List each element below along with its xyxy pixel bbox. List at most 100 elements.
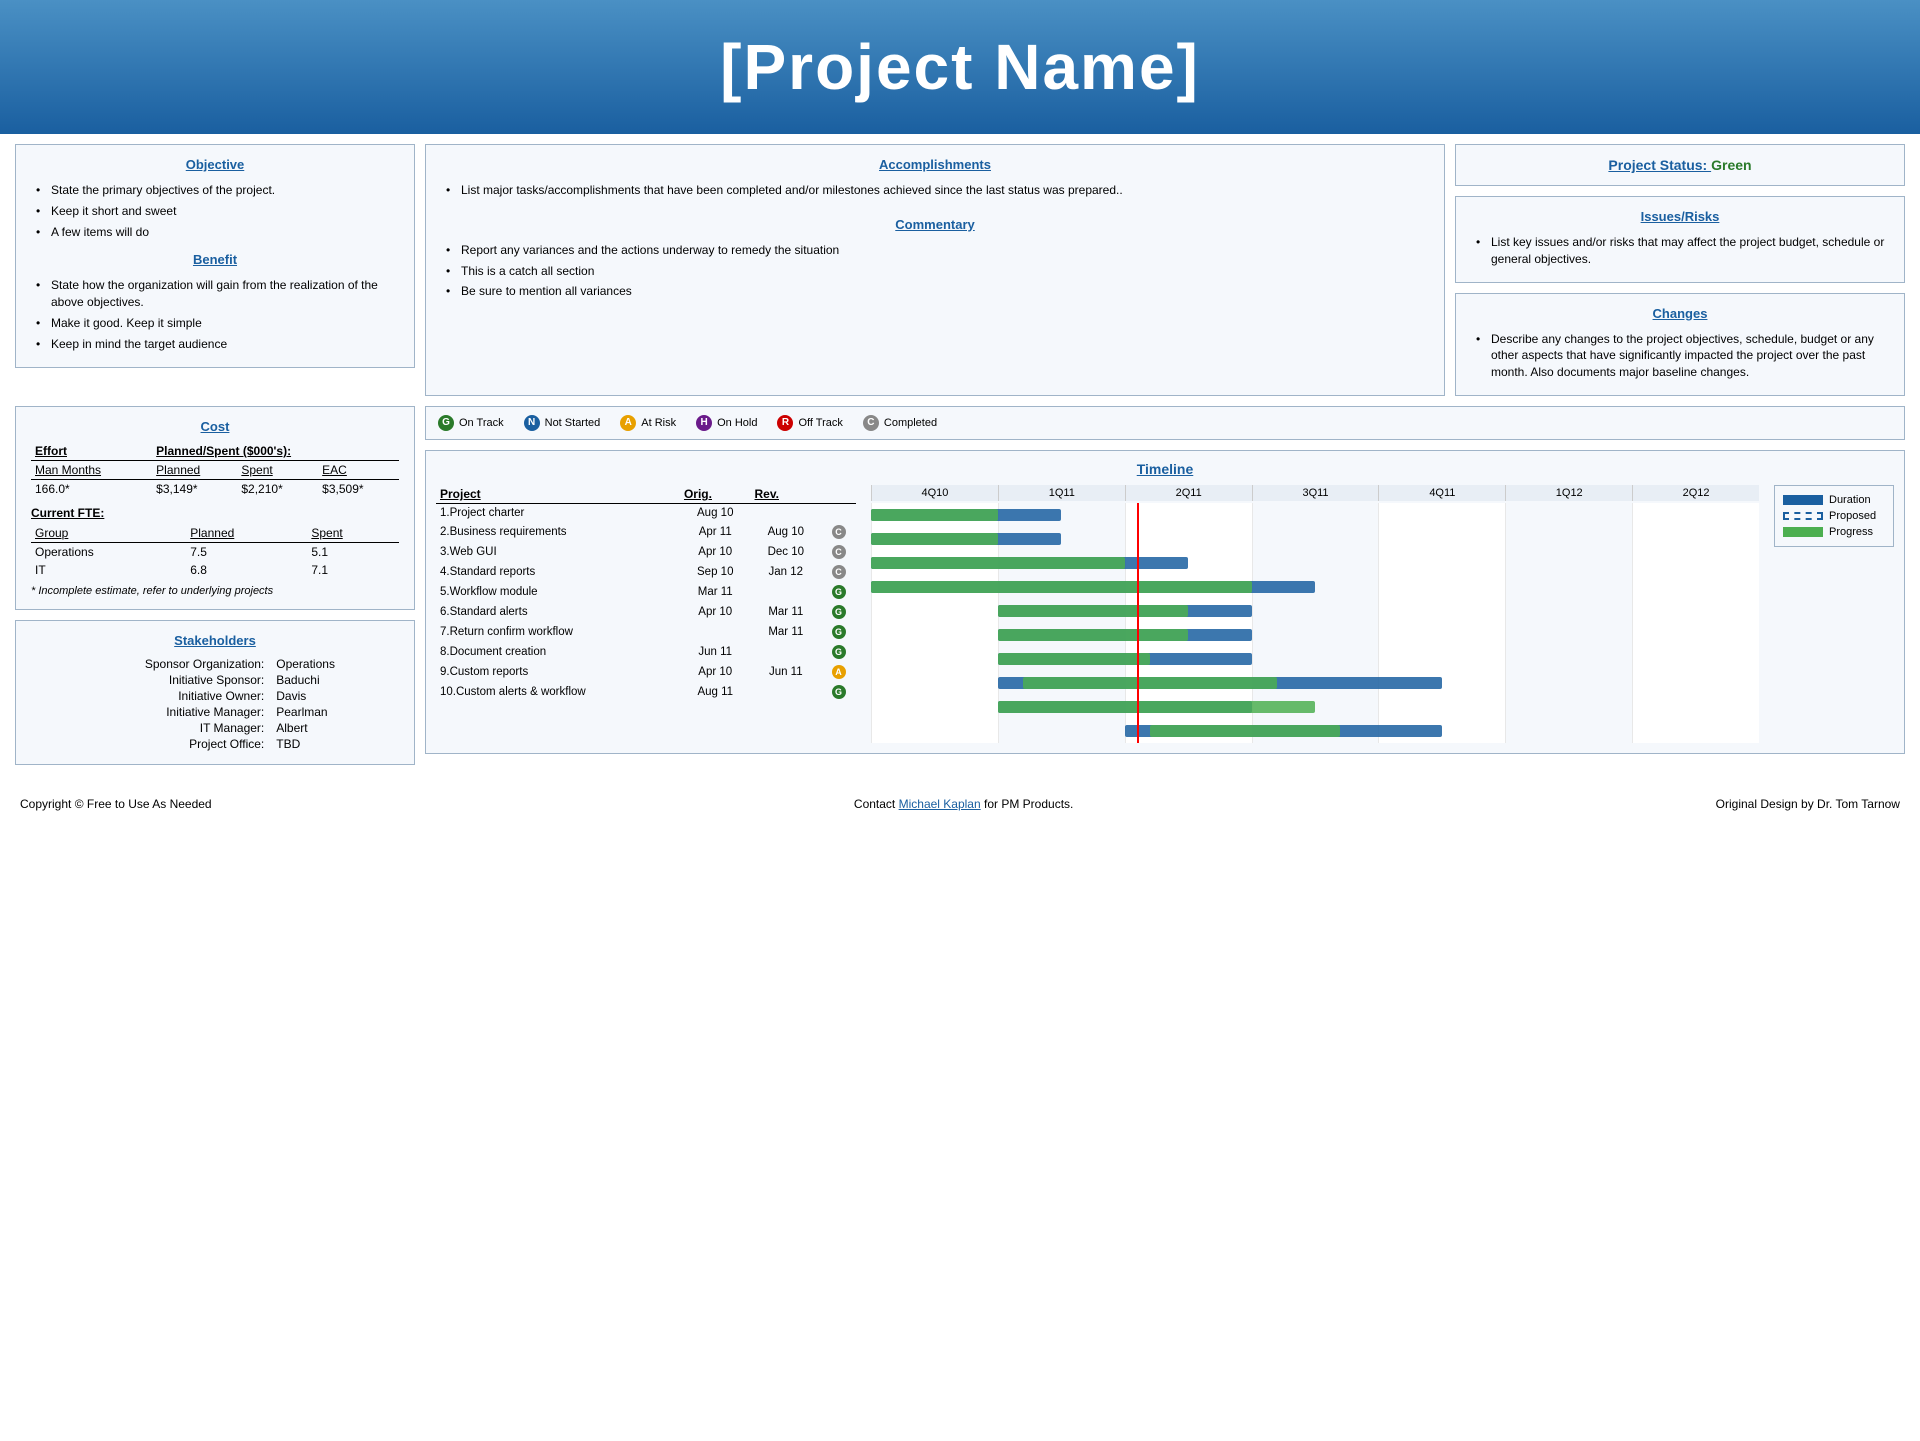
- gantt-quarter-3: 3Q11: [1252, 485, 1379, 501]
- gantt-quarter-6: 2Q12: [1632, 485, 1759, 501]
- proj-orig-4: Mar 11: [680, 582, 751, 602]
- proj-name-6: 7.Return confirm workflow: [436, 622, 680, 642]
- changes-panel: Changes Describe any changes to the proj…: [1455, 293, 1905, 396]
- gantt-quarter-1: 1Q11: [998, 485, 1125, 501]
- proj-orig-0: Aug 10: [680, 503, 751, 522]
- project-row-6: 7.Return confirm workflowMar 11G: [436, 622, 856, 642]
- off-track-icon: R: [777, 415, 793, 431]
- proj-orig-3: Sep 10: [680, 562, 751, 582]
- today-line: [1137, 503, 1139, 743]
- right-column: Project Status: Green Issues/Risks List …: [1455, 144, 1905, 396]
- proj-rev-4: [751, 582, 822, 602]
- gantt-container: 4Q101Q112Q113Q114Q111Q122Q12: [871, 485, 1759, 743]
- issues-risks-panel: Issues/Risks List key issues and/or risk…: [1455, 196, 1905, 283]
- gantt-quarters: 4Q101Q112Q113Q114Q111Q122Q12: [871, 485, 1759, 501]
- chart-legend-duration: Duration: [1783, 494, 1885, 506]
- stakeholder-row-5: Project Office:TBD: [31, 736, 399, 752]
- project-list: Project Orig. Rev. 1.Project charterAug …: [436, 485, 856, 743]
- proj-rev-8: Jun 11: [751, 662, 822, 682]
- proj-status-7: G: [821, 642, 856, 662]
- on-track-label: On Track: [459, 417, 504, 429]
- footer-contact-post: for PM Products.: [981, 797, 1074, 811]
- cost-col-planned: Planned: [152, 460, 237, 479]
- fte-row-1: Operations 7.5 5.1: [31, 542, 399, 561]
- on-track-icon: G: [438, 415, 454, 431]
- stakeholder-value-3: Pearlman: [270, 704, 399, 720]
- stakeholder-value-2: Davis: [270, 688, 399, 704]
- gantt-row-1: [871, 527, 1759, 551]
- stakeholder-row-4: IT Manager:Albert: [31, 720, 399, 736]
- objective-title: Objective: [31, 157, 399, 172]
- proj-status-3: C: [821, 562, 856, 582]
- project-col-status: [821, 485, 856, 504]
- issues-risks-item-1: List key issues and/or risks that may af…: [1476, 232, 1889, 270]
- commentary-item-2: This is a catch all section: [446, 261, 1429, 282]
- fte-col-group: Group: [31, 524, 186, 543]
- proj-rev-3: Jan 12: [751, 562, 822, 582]
- cost-effort-header: Effort: [31, 442, 152, 461]
- legend-at-risk: A At Risk: [620, 415, 676, 431]
- fte-spent-2: 7.1: [307, 561, 399, 579]
- at-risk-icon: A: [620, 415, 636, 431]
- proj-name-8: 9.Custom reports: [436, 662, 680, 682]
- not-started-icon: N: [524, 415, 540, 431]
- project-table: Project Orig. Rev. 1.Project charterAug …: [436, 485, 856, 702]
- gantt-bars-container: [871, 503, 1759, 743]
- gantt-bar-3: [871, 581, 1252, 593]
- legend-off-track: R Off Track: [777, 415, 842, 431]
- completed-icon: C: [863, 415, 879, 431]
- stakeholder-label-4: IT Manager:: [31, 720, 270, 736]
- progress-label: Progress: [1829, 526, 1873, 538]
- project-row-5: 6.Standard alertsApr 10Mar 11G: [436, 602, 856, 622]
- gantt-row-4: [871, 599, 1759, 623]
- project-row-2: 3.Web GUIApr 10Dec 10C: [436, 542, 856, 562]
- project-status-value: Green: [1711, 157, 1751, 173]
- project-row-0: 1.Project charterAug 10: [436, 503, 856, 522]
- cost-panel: Cost Effort Planned/Spent ($000's): Man …: [15, 406, 415, 610]
- stakeholder-label-3: Initiative Manager:: [31, 704, 270, 720]
- accomplishments-list: List major tasks/accomplishments that ha…: [441, 180, 1429, 201]
- legend-on-hold: H On Hold: [696, 415, 757, 431]
- proj-rev-7: [751, 642, 822, 662]
- top-row: Objective State the primary objectives o…: [15, 144, 1905, 396]
- changes-list: Describe any changes to the project obje…: [1471, 329, 1889, 383]
- cost-planned-val: $3,149*: [152, 479, 237, 498]
- stakeholder-row-2: Initiative Owner:Davis: [31, 688, 399, 704]
- gantt-bar-4: [998, 605, 1188, 617]
- proj-orig-2: Apr 10: [680, 542, 751, 562]
- changes-item-1: Describe any changes to the project obje…: [1476, 329, 1889, 383]
- gantt-bar-8: [998, 701, 1315, 713]
- proj-name-1: 2.Business requirements: [436, 522, 680, 542]
- proj-orig-6: [680, 622, 751, 642]
- cost-table: Effort Planned/Spent ($000's): Man Month…: [31, 442, 399, 498]
- fte-row-2: IT 6.8 7.1: [31, 561, 399, 579]
- issues-risks-list: List key issues and/or risks that may af…: [1471, 232, 1889, 270]
- footer-contact-link[interactable]: Michael Kaplan: [899, 797, 981, 811]
- stakeholders-table: Sponsor Organization:Operations Initiativ…: [31, 656, 399, 752]
- middle-column: Accomplishments List major tasks/accompl…: [425, 144, 1445, 396]
- main-content: Objective State the primary objectives o…: [0, 134, 1920, 775]
- project-row-1: 2.Business requirementsApr 11Aug 10C: [436, 522, 856, 542]
- gantt-row-7: [871, 671, 1759, 695]
- on-hold-icon: H: [696, 415, 712, 431]
- timeline-title: Timeline: [436, 461, 1894, 477]
- stakeholder-value-0: Operations: [270, 656, 399, 672]
- gantt-quarter-4: 4Q11: [1378, 485, 1505, 501]
- bottom-row: Cost Effort Planned/Spent ($000's): Man …: [15, 406, 1905, 765]
- timeline-chart: Timeline Project Orig. Rev.: [425, 450, 1905, 754]
- project-col-name: Project: [436, 485, 680, 504]
- fte-planned-1: 7.5: [186, 542, 307, 561]
- left-column: Objective State the primary objectives o…: [15, 144, 415, 396]
- off-track-label: Off Track: [798, 417, 842, 429]
- changes-title: Changes: [1471, 306, 1889, 321]
- stakeholder-label-0: Sponsor Organization:: [31, 656, 270, 672]
- proj-orig-7: Jun 11: [680, 642, 751, 662]
- gantt-bar-7: [1023, 677, 1277, 689]
- footer-copyright: Copyright © Free to Use As Needed: [20, 797, 212, 811]
- proj-name-3: 4.Standard reports: [436, 562, 680, 582]
- stakeholder-value-1: Baduchi: [270, 672, 399, 688]
- proj-name-7: 8.Document creation: [436, 642, 680, 662]
- gantt-bar-2: [871, 557, 1125, 569]
- proj-orig-5: Apr 10: [680, 602, 751, 622]
- stakeholder-value-4: Albert: [270, 720, 399, 736]
